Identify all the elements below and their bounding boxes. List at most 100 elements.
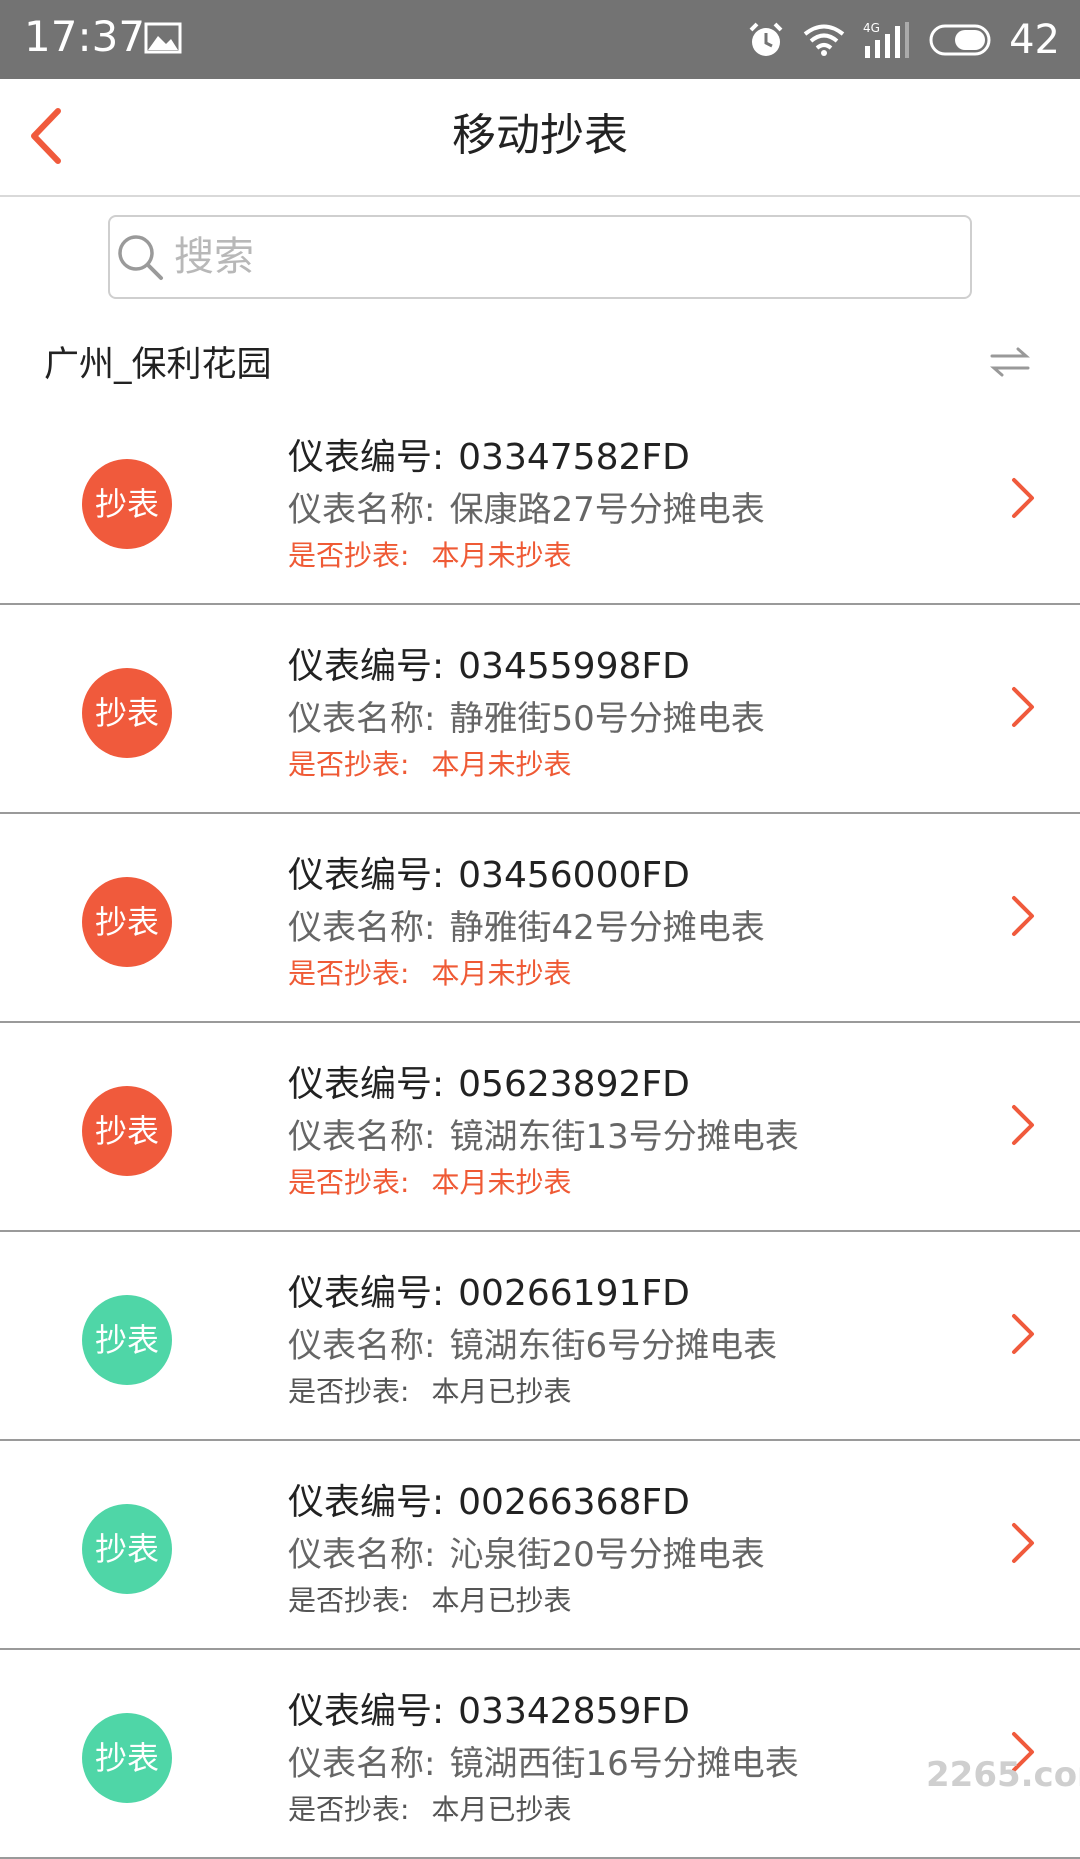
chevron-right-icon [1010, 1103, 1036, 1147]
meter-name: 镜湖东街13号分摊电表 [449, 1117, 798, 1157]
meter-number-row: 仪表编号: 03456000FD [288, 846, 690, 898]
meter-number: 03347582FD [458, 437, 690, 478]
meter-number: 03456000FD [458, 855, 690, 896]
read-status: 本月未抄表 [431, 1166, 571, 1199]
meter-name-row: 仪表名称: 保康路27号分摊电表 [288, 482, 765, 531]
list-item[interactable]: 抄表 仪表编号: 03347582FD 仪表名称: 保康路27号分摊电表 是否抄表:… [0, 396, 1080, 605]
read-status-row: 是否抄表: 本月未抄表 [288, 1161, 571, 1201]
meter-number: 03342859FD [458, 1691, 690, 1732]
wifi-icon [803, 23, 845, 57]
meter-name: 镜湖东街6号分摊电表 [449, 1326, 777, 1366]
read-status-label: 是否抄表: [288, 1166, 409, 1199]
status-bar: 17:37 4G 42 [0, 0, 1080, 79]
alarm-icon [747, 21, 785, 59]
read-status-row: 是否抄表: 本月已抄表 [288, 1370, 571, 1410]
meter-name-row: 仪表名称: 静雅街42号分摊电表 [288, 900, 765, 949]
read-status-row: 是否抄表: 本月已抄表 [288, 1579, 571, 1619]
battery-icon [929, 24, 991, 56]
read-status: 本月已抄表 [431, 1793, 571, 1826]
meter-list: 抄表 仪表编号: 03347582FD 仪表名称: 保康路27号分摊电表 是否抄表:… [0, 396, 1080, 1859]
signal-4g-icon: 4G [863, 20, 911, 60]
search-bar[interactable] [108, 215, 972, 299]
meter-name-label: 仪表名称: [288, 490, 435, 530]
list-item[interactable]: 抄表 仪表编号: 03456000FD 仪表名称: 静雅街42号分摊电表 是否抄表:… [0, 814, 1080, 1023]
read-status-row: 是否抄表: 本月未抄表 [288, 534, 571, 574]
read-status: 本月已抄表 [431, 1375, 571, 1408]
read-badge[interactable]: 抄表 [82, 877, 172, 967]
read-badge[interactable]: 抄表 [82, 1504, 172, 1594]
gallery-icon [144, 22, 182, 54]
meter-number-label: 仪表编号: [288, 855, 444, 896]
svg-text:2265.com: 2265.com [926, 1755, 1080, 1794]
meter-number-row: 仪表编号: 05623892FD [288, 1055, 690, 1107]
meter-number-label: 仪表编号: [288, 1273, 444, 1314]
read-status: 本月未抄表 [431, 957, 571, 990]
meter-name-row: 仪表名称: 镜湖西街16号分摊电表 [288, 1736, 799, 1785]
read-status-label: 是否抄表: [288, 1375, 409, 1408]
read-status-label: 是否抄表: [288, 539, 409, 572]
meter-number: 03455998FD [458, 646, 690, 687]
list-item[interactable]: 抄表 仪表编号: 03455998FD 仪表名称: 静雅街50号分摊电表 是否抄表:… [0, 605, 1080, 814]
svg-text:4G: 4G [863, 21, 880, 35]
read-status-row: 是否抄表: 本月已抄表 [288, 1788, 571, 1828]
meter-number-row: 仪表编号: 03347582FD [288, 428, 690, 480]
meter-name: 沁泉街20号分摊电表 [449, 1535, 764, 1575]
search-icon [116, 233, 164, 281]
swap-arrows-icon[interactable] [988, 344, 1032, 380]
list-item[interactable]: 抄表 仪表编号:00266368FD 仪表名称: 沁泉街20号分摊电表 是否抄表:… [0, 1441, 1080, 1650]
meter-name-row: 仪表名称: 镜湖东街13号分摊电表 [288, 1109, 799, 1158]
read-status-label: 是否抄表: [288, 957, 409, 990]
meter-number-label: 仪表编号: [288, 1064, 444, 1105]
list-item[interactable]: 抄表 仪表编号: 05623892FD 仪表名称: 镜湖东街13号分摊电表 是否抄表… [0, 1023, 1080, 1232]
meter-name: 静雅街50号分摊电表 [449, 699, 764, 739]
meter-number-label: 仪表编号: [288, 1691, 444, 1732]
read-badge[interactable]: 抄表 [82, 668, 172, 758]
read-badge[interactable]: 抄表 [82, 1713, 172, 1803]
page-title: 移动抄表 [0, 107, 1080, 165]
read-status-label: 是否抄表: [288, 1793, 409, 1826]
read-status-row: 是否抄表: 本月未抄表 [288, 952, 571, 992]
meter-name-label: 仪表名称: [288, 1535, 435, 1575]
read-status-row: 是否抄表: 本月未抄表 [288, 743, 571, 783]
meter-name-label: 仪表名称: [288, 1326, 435, 1366]
area-name: 广州_保利花园 [44, 336, 272, 387]
meter-number-label: 仪表编号: [288, 1482, 444, 1523]
read-status: 本月已抄表 [431, 1584, 571, 1617]
meter-name-label: 仪表名称: [288, 1744, 435, 1784]
chevron-right-icon [1010, 1312, 1036, 1356]
list-item[interactable]: 抄表 仪表编号: 03342859FD 仪表名称: 镜湖西街16号分摊电表 是否抄表… [0, 1650, 1080, 1859]
meter-name-row: 仪表名称: 沁泉街20号分摊电表 [288, 1527, 765, 1576]
chevron-right-icon [1010, 1521, 1036, 1565]
meter-number-row: 仪表编号:00266368FD [288, 1473, 690, 1525]
meter-name: 静雅街42号分摊电表 [449, 908, 764, 948]
meter-number-label: 仪表编号: [288, 646, 444, 687]
meter-name-row: 仪表名称: 静雅街50号分摊电表 [288, 691, 765, 740]
meter-name-label: 仪表名称: [288, 1117, 435, 1157]
meter-number: 05623892FD [458, 1064, 690, 1105]
read-status: 本月未抄表 [431, 539, 571, 572]
meter-name: 保康路27号分摊电表 [449, 490, 764, 530]
chevron-right-icon [1010, 894, 1036, 938]
meter-number-row: 仪表编号: 03342859FD [288, 1682, 690, 1734]
meter-number-row: 仪表编号: 03455998FD [288, 637, 690, 689]
list-item[interactable]: 抄表 仪表编号: 00266191FD 仪表名称: 镜湖东街6号分摊电表 是否抄表:… [0, 1232, 1080, 1441]
status-time: 17:37 [24, 12, 145, 62]
read-badge[interactable]: 抄表 [82, 459, 172, 549]
read-status-label: 是否抄表: [288, 748, 409, 781]
chevron-right-icon [1010, 476, 1036, 520]
meter-number-label: 仪表编号: [288, 437, 444, 478]
battery-level: 42 [1009, 15, 1060, 65]
meter-name-label: 仪表名称: [288, 908, 435, 948]
read-badge[interactable]: 抄表 [82, 1295, 172, 1385]
read-badge[interactable]: 抄表 [82, 1086, 172, 1176]
app-header: 移动抄表 [0, 79, 1080, 197]
meter-name-label: 仪表名称: [288, 699, 435, 739]
area-row: 广州_保利花园 [0, 326, 1080, 396]
read-status-label: 是否抄表: [288, 1584, 409, 1617]
meter-name: 镜湖西街16号分摊电表 [449, 1744, 798, 1784]
search-input[interactable] [174, 234, 934, 280]
read-status: 本月未抄表 [431, 748, 571, 781]
meter-number: 00266191FD [458, 1273, 690, 1314]
chevron-right-icon [1010, 685, 1036, 729]
status-icons: 4G 42 [729, 12, 1060, 68]
